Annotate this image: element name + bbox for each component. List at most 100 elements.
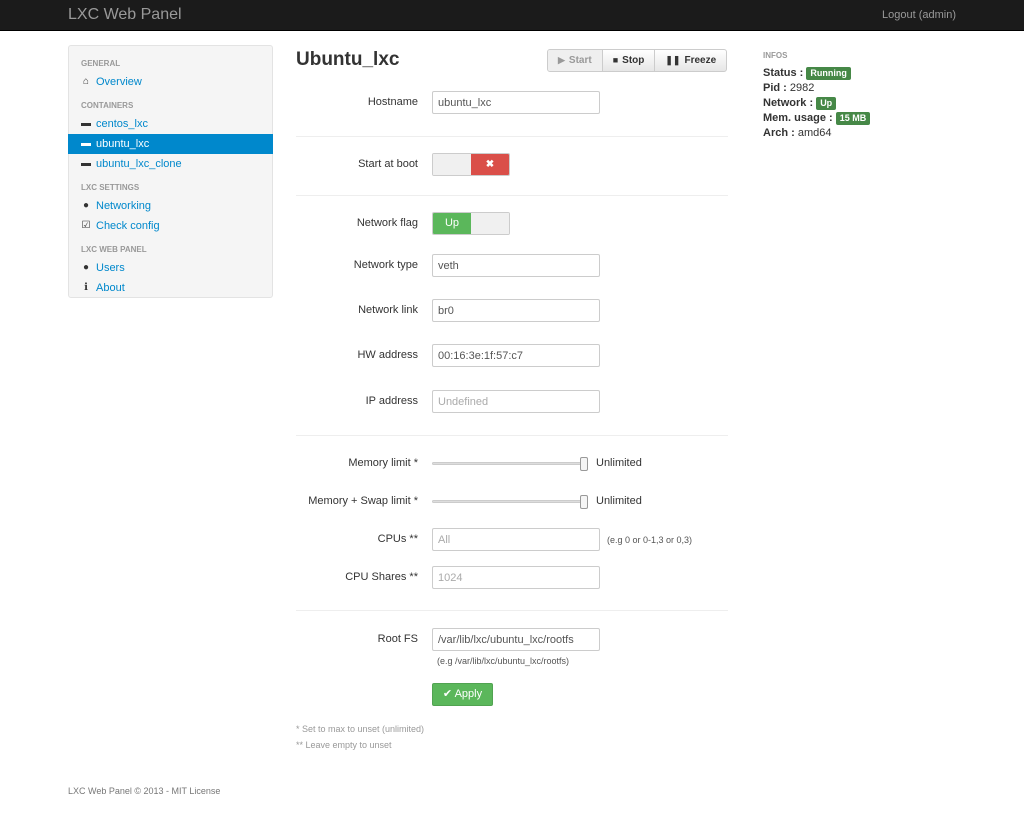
stop-label: Stop — [622, 55, 645, 66]
cpus-label: CPUs ** — [377, 533, 418, 545]
action-button-group: ▶ Start ■ Stop ❚❚ Freeze — [547, 49, 728, 72]
info-arch-value: amd64 — [797, 127, 832, 139]
info-pid: Pid : 2982 — [763, 82, 814, 94]
info-mem-label: Mem. usage : — [763, 112, 833, 124]
divider — [296, 435, 728, 436]
info-mem: Mem. usage : 15 MB — [763, 112, 871, 125]
start-button[interactable]: ▶ Start — [548, 50, 603, 71]
cpu-shares-label: CPU Shares ** — [345, 571, 418, 583]
check-icon: ☑ — [81, 220, 91, 231]
info-network-label: Network : — [763, 97, 814, 109]
close-icon: ✖ — [471, 154, 509, 175]
network-type-label: Network type — [353, 259, 418, 271]
nav-header-containers: CONTAINERS — [81, 101, 134, 110]
rootfs-input[interactable] — [432, 628, 600, 651]
network-flag-label: Network flag — [356, 217, 418, 229]
sidebar-item-label: About — [96, 282, 125, 294]
cpus-input[interactable] — [432, 528, 600, 551]
network-badge: Up — [816, 97, 837, 110]
memory-swap-slider-handle[interactable] — [580, 495, 588, 509]
freeze-button[interactable]: ❚❚ Freeze — [655, 50, 726, 71]
toggle-off-side — [471, 213, 509, 234]
memory-limit-value: Unlimited — [596, 457, 642, 469]
ip-address-label: IP address — [365, 395, 418, 407]
container-icon: ▬ — [81, 138, 91, 149]
sidebar-item-about[interactable]: ℹ About — [69, 278, 272, 298]
sidebar-item-label: centos_lxc — [96, 118, 148, 130]
divider — [296, 136, 728, 137]
cpu-shares-input[interactable] — [432, 566, 600, 589]
info-status: Status : Running — [763, 67, 851, 80]
nav-header-general: GENERAL — [81, 59, 121, 68]
hw-address-input[interactable] — [432, 344, 600, 367]
status-badge: Running — [806, 67, 851, 80]
info-network: Network : Up — [763, 97, 837, 110]
page-title: Ubuntu_lxc — [296, 49, 400, 70]
sidebar: GENERAL ⌂ Overview CONTAINERS ▬ centos_l… — [68, 45, 273, 298]
user-icon: ● — [82, 262, 90, 273]
toggle-off-side — [433, 154, 471, 175]
sidebar-item-label: Check config — [96, 220, 160, 232]
play-icon: ▶ — [558, 55, 565, 65]
pause-icon: ❚❚ — [665, 55, 681, 65]
sidebar-item-users[interactable]: ● Users — [69, 258, 272, 278]
info-pid-label: Pid : — [763, 82, 787, 94]
hw-address-label: HW address — [357, 349, 418, 361]
memory-limit-label: Memory limit * — [348, 457, 418, 469]
home-icon: ⌂ — [82, 76, 90, 87]
info-status-label: Status : — [763, 67, 804, 79]
divider — [296, 195, 728, 196]
sidebar-item-label: ubuntu_lxc — [96, 138, 150, 150]
container-icon: ▬ — [81, 158, 91, 169]
check-icon: ✔ — [442, 688, 453, 700]
start-label: Start — [568, 55, 592, 66]
apply-button[interactable]: ✔ Apply — [432, 683, 493, 706]
hostname-label: Hostname — [367, 96, 418, 108]
network-type-input[interactable] — [432, 254, 600, 277]
network-link-label: Network link — [358, 304, 418, 316]
sidebar-item-label: Users — [96, 262, 125, 274]
note-empty: ** Leave empty to unset — [296, 740, 392, 750]
sidebar-item-label: Networking — [96, 200, 152, 212]
network-link-input[interactable] — [432, 299, 600, 322]
info-arch-label: Arch : — [763, 127, 795, 139]
sidebar-item-label: ubuntu_lxc_clone — [96, 158, 182, 170]
freeze-label: Freeze — [684, 55, 717, 66]
brand-title[interactable]: LXC Web Panel — [68, 6, 182, 24]
info-icon: ℹ — [84, 282, 88, 293]
nav-header-lxc-web-panel: LXC WEB PANEL — [81, 245, 147, 254]
start-at-boot-label: Start at boot — [358, 158, 418, 170]
memory-swap-slider[interactable] — [432, 500, 586, 503]
sidebar-item-networking[interactable]: ● Networking — [69, 196, 272, 216]
memory-swap-label: Memory + Swap limit * — [308, 495, 418, 507]
info-arch: Arch : amd64 — [763, 127, 831, 139]
info-pid-value: 2982 — [789, 82, 815, 94]
ip-address-input[interactable] — [432, 390, 600, 413]
note-unset: * Set to max to unset (unlimited) — [296, 724, 425, 734]
navbar: LXC Web Panel Logout (admin) — [0, 0, 1024, 31]
apply-label: Apply — [454, 688, 483, 700]
sidebar-item-ubuntu-lxc[interactable]: ▬ ubuntu_lxc — [68, 134, 273, 154]
sidebar-item-label: Overview — [96, 76, 142, 88]
container-icon: ▬ — [81, 118, 91, 129]
infos-title: INFOS — [763, 51, 788, 60]
footer: LXC Web Panel © 2013 - MIT License — [68, 786, 221, 796]
sidebar-item-overview[interactable]: ⌂ Overview — [69, 72, 272, 92]
stop-icon: ■ — [612, 55, 619, 65]
cpus-help: (e.g 0 or 0-1,3 or 0,3) — [607, 535, 693, 545]
hostname-input[interactable] — [432, 91, 600, 114]
nav-header-lxc-settings: LXC SETTINGS — [81, 183, 140, 192]
mem-badge: 15 MB — [835, 112, 871, 125]
sidebar-item-centos-lxc[interactable]: ▬ centos_lxc — [69, 114, 272, 134]
memory-limit-slider-handle[interactable] — [580, 457, 588, 471]
logout-link[interactable]: Logout (admin) — [882, 9, 956, 21]
stop-button[interactable]: ■ Stop — [603, 50, 656, 71]
start-at-boot-toggle[interactable]: ✖ — [432, 153, 510, 176]
network-flag-toggle[interactable]: Up — [432, 212, 510, 235]
memory-limit-slider[interactable] — [432, 462, 586, 465]
sidebar-item-check-config[interactable]: ☑ Check config — [69, 216, 272, 236]
toggle-on-label: Up — [433, 213, 471, 234]
rootfs-help: (e.g /var/lib/lxc/ubuntu_lxc/rootfs) — [437, 656, 570, 666]
divider — [296, 610, 728, 611]
sidebar-item-ubuntu-lxc-clone[interactable]: ▬ ubuntu_lxc_clone — [69, 154, 272, 174]
